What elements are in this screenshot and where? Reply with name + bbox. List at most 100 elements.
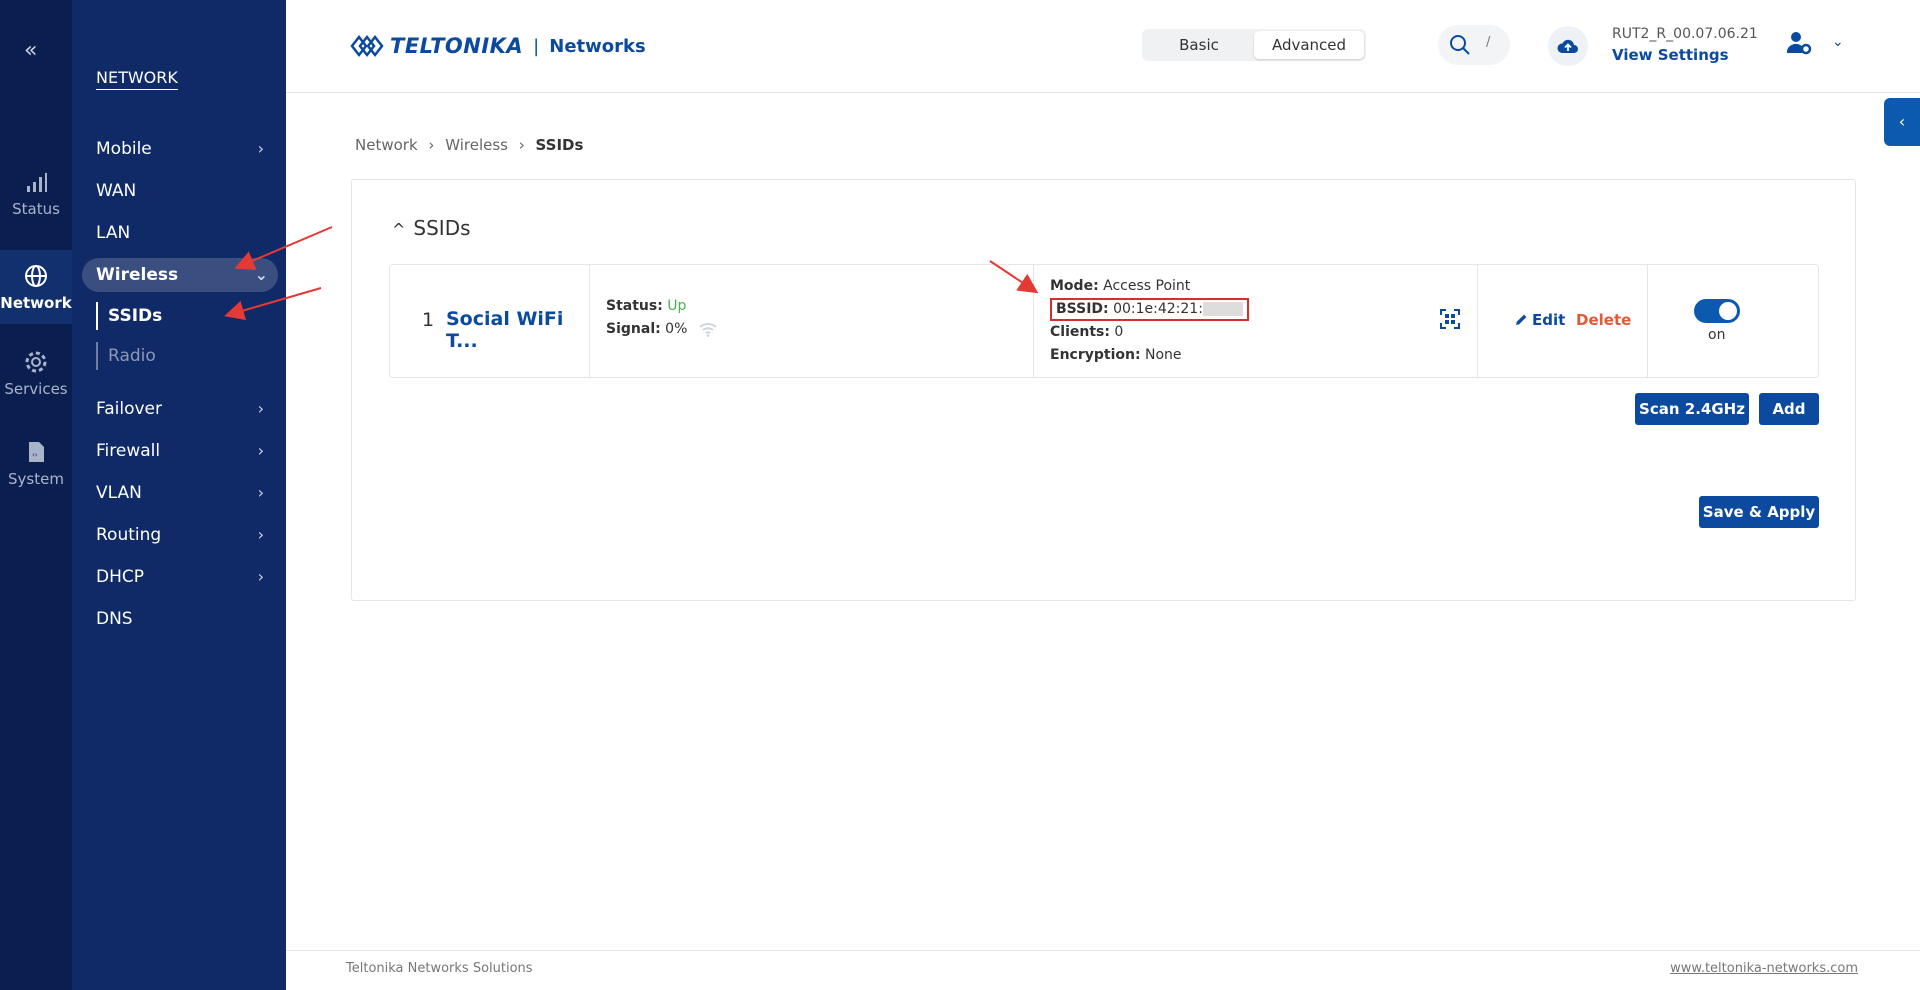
menu-item-label: DNS (96, 609, 133, 629)
search-button[interactable]: / (1438, 25, 1510, 65)
ssid-row: 1 Social WiFi T... Status: Up Signal: 0%… (389, 264, 1819, 378)
breadcrumb-network[interactable]: Network (355, 136, 418, 154)
encryption-value: None (1145, 347, 1182, 363)
ssid-status-cell: Status: Up Signal: 0% (590, 265, 1034, 377)
caret-up-icon: ^ (392, 220, 406, 239)
qr-code-icon[interactable] (1440, 309, 1460, 329)
chevron-left-icon: ‹ (1898, 112, 1906, 131)
cloud-upload-icon (1557, 39, 1578, 53)
breadcrumb-separator: › (428, 136, 435, 154)
teltonika-logo[interactable]: TELTONIKA | Networks (350, 31, 646, 61)
ssid-name-cell: 1 Social WiFi T... (390, 265, 590, 377)
svg-text:‹›: ‹› (32, 451, 38, 459)
chevron-down-icon: ⌄ (254, 265, 268, 284)
user-menu-button[interactable] (1786, 30, 1812, 60)
rail-item-services[interactable]: Services (0, 350, 72, 424)
menu-header: NETWORK (96, 68, 178, 87)
ssids-card: ^ SSIDs 1 Social WiFi T... Status: Up Sig… (351, 179, 1856, 601)
menu-item-label: Routing (96, 525, 162, 545)
side-panel-toggle[interactable]: ‹ (1884, 98, 1920, 146)
pencil-icon (1516, 314, 1527, 325)
section-title[interactable]: ^ SSIDs (392, 216, 471, 240)
document-icon: ‹› (29, 442, 44, 462)
breadcrumb: Network › Wireless › SSIDs (355, 136, 583, 154)
footer-company: Teltonika Networks Solutions (346, 961, 533, 976)
chevron-right-icon: › (257, 399, 264, 418)
delete-button[interactable]: Delete (1576, 311, 1631, 329)
top-bar: TELTONIKA | Networks Basic Advanced / RU… (286, 0, 1920, 93)
firmware-update-button[interactable] (1548, 26, 1588, 66)
mode-basic[interactable]: Basic (1144, 31, 1254, 59)
submenu-item-radio[interactable]: Radio (96, 342, 156, 370)
chevron-right-icon: › (257, 567, 264, 586)
firmware-version: RUT2_R_00.07.06.21 (1612, 26, 1758, 42)
mode-value: Access Point (1103, 278, 1191, 294)
chevron-right-icon: › (257, 441, 264, 460)
breadcrumb-wireless[interactable]: Wireless (445, 136, 508, 154)
signal-value: 0% (665, 321, 688, 337)
bssid-highlight: BSSID: 00:1e:42:21: (1050, 298, 1249, 321)
ssid-enable-toggle[interactable] (1694, 299, 1740, 323)
rail-item-status[interactable]: Status (0, 170, 72, 244)
menu-item-wireless[interactable]: Wireless ⌄ (82, 258, 278, 292)
footer-website-link[interactable]: www.teltonika-networks.com (1670, 961, 1858, 976)
save-apply-button[interactable]: Save & Apply (1699, 496, 1819, 528)
menu-item-firewall[interactable]: Firewall › (96, 434, 274, 468)
menu-item-failover[interactable]: Failover › (96, 392, 274, 426)
bssid-label: BSSID: (1056, 301, 1109, 317)
section-title-text: SSIDs (413, 216, 471, 240)
wifi-icon (699, 323, 717, 337)
edit-button[interactable]: Edit (1515, 311, 1565, 329)
submenu-item-ssids[interactable]: SSIDs (96, 302, 162, 330)
mode-switch: Basic Advanced (1142, 29, 1366, 61)
rail-item-system[interactable]: ‹› System (0, 440, 72, 514)
menu-item-label: LAN (96, 223, 131, 243)
teltonika-logo-icon (350, 34, 384, 58)
menu-item-dhcp[interactable]: DHCP › (96, 560, 274, 594)
collapse-icon[interactable]: « (24, 38, 37, 63)
ssid-index: 1 (422, 309, 435, 331)
ssid-toggle-cell: on (1648, 265, 1818, 377)
menu-item-label: Failover (96, 399, 162, 419)
globe-icon (25, 265, 47, 287)
menu-item-lan[interactable]: LAN (96, 216, 274, 250)
menu-item-label: WAN (96, 181, 137, 201)
mode-advanced[interactable]: Advanced (1254, 31, 1364, 59)
brand-networks: Networks (549, 35, 646, 57)
chevron-right-icon: › (257, 483, 264, 502)
clients-value: 0 (1114, 324, 1124, 340)
chevron-right-icon: › (257, 139, 264, 158)
chevron-right-icon: › (257, 525, 264, 544)
mode-label: Mode: (1050, 278, 1099, 294)
menu-item-routing[interactable]: Routing › (96, 518, 274, 552)
encryption-label: Encryption: (1050, 347, 1141, 363)
rail-item-label: Status (12, 200, 60, 218)
rail-item-label: Network (0, 294, 72, 312)
menu-item-dns[interactable]: DNS (96, 602, 274, 636)
brand-separator: | (533, 35, 540, 57)
search-icon (1450, 35, 1470, 55)
bssid-value: 00:1e:42:21: (1113, 301, 1203, 317)
menu-item-wan[interactable]: WAN (96, 174, 274, 208)
view-settings-link[interactable]: View Settings (1612, 46, 1729, 64)
add-button[interactable]: Add (1759, 393, 1819, 425)
user-settings-icon (1786, 32, 1812, 55)
breadcrumb-separator: › (518, 136, 525, 154)
breadcrumb-current: SSIDs (535, 136, 584, 154)
signal-label: Signal: (606, 321, 661, 337)
scan-button[interactable]: Scan 2.4GHz (1635, 393, 1749, 425)
rail-item-network[interactable]: Network (0, 250, 72, 324)
icon-rail: « Status Network Services ‹› System (0, 0, 72, 990)
edit-label: Edit (1532, 311, 1566, 329)
brand-name: TELTONIKA (390, 34, 524, 58)
menu-item-label: Wireless (96, 265, 179, 285)
rail-item-label: System (8, 470, 64, 488)
search-shortcut-hint: / (1486, 35, 1491, 50)
menu-item-vlan[interactable]: VLAN › (96, 476, 274, 510)
bssid-redacted (1202, 302, 1243, 316)
gear-icon (25, 351, 47, 373)
chevron-down-icon[interactable]: ⌄ (1832, 34, 1844, 50)
ssid-name-link[interactable]: Social WiFi T... (446, 308, 589, 352)
ssid-actions-cell: Edit Delete (1478, 265, 1648, 377)
menu-item-mobile[interactable]: Mobile › (96, 132, 274, 166)
